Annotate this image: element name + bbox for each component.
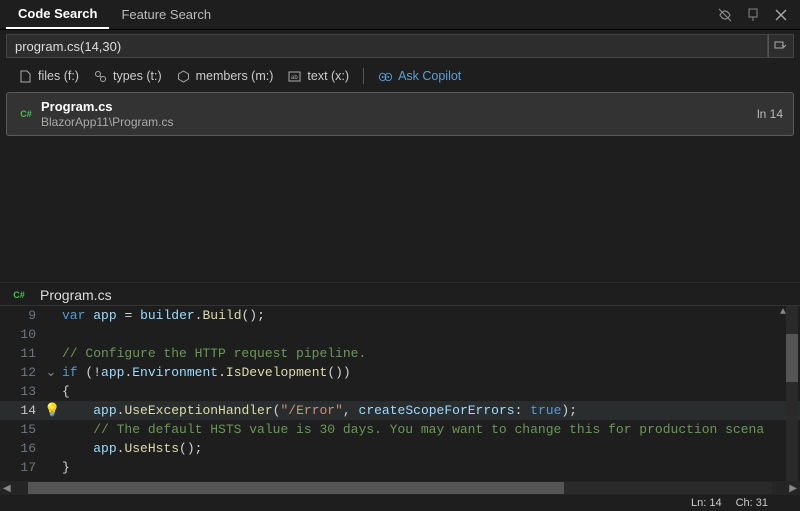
filter-types[interactable]: types (t:): [93, 69, 162, 84]
editor-filename: Program.cs: [40, 287, 112, 303]
editor-tab-row: C# Program.cs: [0, 282, 800, 305]
members-icon: [176, 69, 191, 84]
line-number: 14: [0, 401, 44, 420]
ask-copilot-label: Ask Copilot: [398, 69, 461, 83]
line-number: 9: [0, 306, 44, 325]
filter-members[interactable]: members (m:): [176, 69, 274, 84]
line-number: 12: [0, 363, 44, 382]
filter-types-label: types (t:): [113, 69, 162, 83]
line-number: 17: [0, 458, 44, 477]
code-line-16[interactable]: app.UseHsts();: [58, 439, 800, 458]
code-editor[interactable]: ▲ 9var app = builder.Build(); 10 11// Co…: [0, 305, 800, 481]
file-icon: [18, 69, 33, 84]
csharp-file-icon: C#: [10, 288, 28, 302]
ask-copilot[interactable]: Ask Copilot: [378, 69, 461, 84]
code-line-17[interactable]: }: [58, 458, 800, 477]
titlebar: Code Search Feature Search: [0, 0, 800, 30]
code-line-11[interactable]: // Configure the HTTP request pipeline.: [58, 344, 800, 363]
vertical-scrollbar[interactable]: [786, 306, 798, 481]
search-result[interactable]: C# Program.cs BlazorApp11\Program.cs ln …: [6, 92, 794, 136]
search-row: [0, 30, 800, 62]
line-number: 11: [0, 344, 44, 363]
code-line-15[interactable]: // The default HSTS value is 30 days. Yo…: [58, 420, 800, 439]
fold-icon[interactable]: ⌄: [44, 363, 58, 382]
text-icon: ab: [287, 69, 302, 84]
line-number: 16: [0, 439, 44, 458]
scroll-right-icon[interactable]: ▶: [786, 483, 800, 494]
eye-off-icon[interactable]: [716, 6, 734, 24]
code-line-9[interactable]: var app = builder.Build();: [58, 306, 800, 325]
filter-text-label: text (x:): [307, 69, 349, 83]
filter-files[interactable]: files (f:): [18, 69, 79, 84]
tab-code-search[interactable]: Code Search: [6, 0, 109, 29]
scroll-left-icon[interactable]: ◀: [0, 483, 14, 494]
filter-members-label: members (m:): [196, 69, 274, 83]
result-line: ln 14: [757, 107, 783, 121]
tab-feature-search[interactable]: Feature Search: [109, 1, 223, 28]
code-line-13[interactable]: {: [58, 382, 800, 401]
horizontal-scrollbar[interactable]: ◀ ▶: [0, 481, 800, 495]
copilot-icon: [378, 69, 393, 84]
types-icon: [93, 69, 108, 84]
line-number: 13: [0, 382, 44, 401]
editor-tab[interactable]: C# Program.cs: [10, 287, 112, 303]
code-line-14[interactable]: app.UseExceptionHandler("/Error", create…: [58, 401, 800, 420]
status-line[interactable]: Ln: 14: [691, 497, 722, 509]
scrollbar-thumb[interactable]: [28, 482, 564, 494]
empty-results-area: [0, 138, 800, 282]
pin-icon[interactable]: [744, 6, 762, 24]
status-column[interactable]: Ch: 31: [736, 497, 768, 509]
code-line-12[interactable]: if (!app.Environment.IsDevelopment()): [58, 363, 800, 382]
svg-text:ab: ab: [291, 75, 298, 81]
result-path: BlazorApp11\Program.cs: [41, 115, 757, 129]
close-icon[interactable]: [772, 6, 790, 24]
filter-files-label: files (f:): [38, 69, 79, 83]
separator: [363, 68, 364, 84]
line-number: 18: [0, 477, 44, 481]
scrollbar-thumb[interactable]: [786, 334, 798, 382]
search-input[interactable]: [6, 34, 768, 58]
search-options-dropdown[interactable]: [768, 34, 794, 58]
filter-text[interactable]: ab text (x:): [287, 69, 349, 84]
filter-row: files (f:) types (t:) members (m:) ab te…: [0, 62, 800, 90]
line-number: 10: [0, 325, 44, 344]
csharp-file-icon: C#: [17, 107, 35, 121]
result-title: Program.cs: [41, 99, 757, 114]
line-number: 15: [0, 420, 44, 439]
